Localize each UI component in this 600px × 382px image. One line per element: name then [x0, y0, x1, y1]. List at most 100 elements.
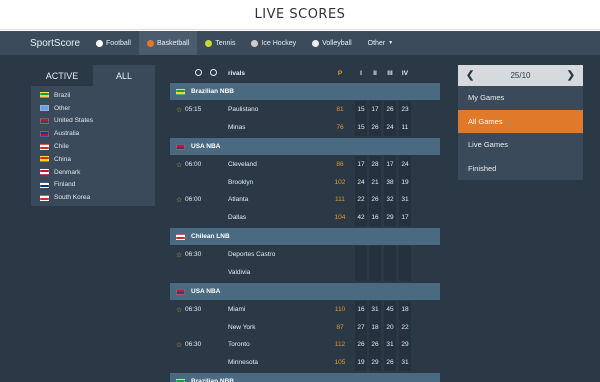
- nav-label: Volleyball: [322, 39, 352, 47]
- flag-icon: [40, 194, 49, 201]
- quarter-score: 22: [357, 196, 365, 204]
- country-item[interactable]: Chile: [31, 140, 155, 153]
- country-item[interactable]: Denmark: [31, 166, 155, 179]
- quarter-score: 19: [357, 358, 365, 366]
- country-item[interactable]: Other: [31, 102, 155, 115]
- favorite-star-icon[interactable]: ☆: [176, 246, 182, 264]
- country-name: United States: [54, 117, 94, 125]
- table-row[interactable]: ☆ 05:15 Paulistano 81 15 17 26 23: [170, 101, 440, 119]
- table-row[interactable]: Valdivia: [170, 263, 440, 282]
- nav-ice-hockey[interactable]: Ice Hockey: [243, 31, 304, 55]
- quarter-score: 18: [371, 323, 379, 331]
- quarter-score: 16: [371, 213, 379, 221]
- table-header: rivals P I II III IV: [170, 65, 440, 81]
- table-row[interactable]: ☆ 06:00 Atlanta 111 22 26 32 31: [170, 191, 440, 209]
- country-item[interactable]: Australia: [31, 127, 155, 140]
- table-row[interactable]: Minnesota 105 19 29 26 31: [170, 353, 440, 371]
- league-header[interactable]: Brazilian NBB: [170, 373, 440, 382]
- nav-tennis[interactable]: Tennis: [197, 31, 243, 55]
- tab-all[interactable]: ALL: [93, 65, 155, 86]
- quarter-score: 23: [401, 106, 409, 114]
- nav-label: Tennis: [215, 39, 236, 47]
- next-date-icon[interactable]: ❯: [567, 70, 575, 81]
- menu-item-finished[interactable]: Finished: [458, 157, 583, 181]
- quarter-score: [384, 246, 396, 264]
- table-row[interactable]: Brooklyn 102 24 21 38 19: [170, 173, 440, 191]
- game-filter-menu: My Games All Games Live Games Finished: [458, 86, 583, 180]
- quarter-score: [384, 264, 396, 282]
- prev-date-icon[interactable]: ❮: [466, 70, 474, 81]
- table-row[interactable]: New York 87 27 18 20 22: [170, 318, 440, 336]
- table-row[interactable]: Dallas 104 42 16 29 17: [170, 208, 440, 226]
- favorite-star-icon[interactable]: ☆: [176, 191, 182, 209]
- team-name: Atlanta: [228, 196, 249, 204]
- menu-item-live-games[interactable]: Live Games: [458, 133, 583, 157]
- brand-logo[interactable]: SportScore: [30, 38, 80, 49]
- team-name: New York: [228, 323, 256, 331]
- nav-volleyball[interactable]: Volleyball: [304, 31, 360, 55]
- quarter-score: 22: [401, 323, 409, 331]
- clock-icon: [195, 69, 202, 76]
- flag-icon: [40, 169, 49, 176]
- quarter-score: 31: [401, 196, 409, 204]
- nav-label: Other: [367, 39, 386, 47]
- match-time: 06:30: [185, 341, 202, 349]
- country-name: Chile: [54, 143, 69, 151]
- favorite-star-icon[interactable]: ☆: [176, 156, 182, 174]
- flag-icon: [40, 156, 49, 163]
- total-points: 102: [334, 178, 346, 186]
- table-row[interactable]: ☆ 06:30 Miami 110 16 31 45 18: [170, 301, 440, 319]
- page-title: LIVE SCORES: [254, 7, 346, 22]
- league-header[interactable]: Brazilian NBB: [170, 83, 440, 100]
- clock-icon: [210, 69, 217, 76]
- team-name: Minas: [228, 123, 246, 131]
- country-item[interactable]: United States: [31, 115, 155, 128]
- top-navbar: SportScore Football Basketball Tennis Ice H…: [0, 31, 600, 55]
- app: SportScore Football Basketball Tennis Ice H…: [0, 31, 600, 382]
- flag-icon: [40, 181, 49, 188]
- table-row[interactable]: ☆ 06:30 Deportes Castro: [170, 246, 440, 264]
- quarter-score: [355, 246, 367, 264]
- tab-active[interactable]: ACTIVE: [31, 65, 93, 86]
- league-header[interactable]: Chilean LNB: [170, 228, 440, 245]
- country-name: Australia: [54, 130, 80, 138]
- flag-icon: [176, 288, 185, 295]
- country-item[interactable]: China: [31, 153, 155, 166]
- country-item[interactable]: Finland: [31, 179, 155, 192]
- total-points: 81: [336, 106, 344, 114]
- team-name: Toronto: [228, 341, 250, 349]
- quarter-score: 31: [401, 358, 409, 366]
- country-filter-panel: ACTIVE ALL Brazil Other United States Austr…: [31, 65, 155, 206]
- country-name: Other: [54, 104, 71, 112]
- quarter-score: 29: [386, 213, 394, 221]
- q1-header: I: [360, 69, 362, 77]
- quarter-score: 27: [357, 323, 365, 331]
- nav-basketball[interactable]: Basketball: [138, 31, 198, 55]
- q3-header: III: [387, 69, 393, 77]
- match-time: 06:00: [185, 161, 202, 169]
- rivals-header: rivals: [228, 69, 245, 77]
- country-name: South Korea: [54, 194, 91, 202]
- menu-item-my-games[interactable]: My Games: [458, 86, 583, 110]
- quarter-score: 24: [386, 123, 394, 131]
- country-item[interactable]: South Korea: [31, 191, 155, 204]
- country-item[interactable]: Brazil: [31, 89, 155, 102]
- favorite-star-icon[interactable]: ☆: [176, 101, 182, 119]
- table-row[interactable]: ☆ 06:00 Cleveland 86 17 28 17 24: [170, 156, 440, 174]
- favorite-star-icon[interactable]: ☆: [176, 301, 182, 319]
- nav-other[interactable]: Other ▼: [360, 31, 401, 55]
- league-header[interactable]: USA NBA: [170, 283, 440, 300]
- league-header[interactable]: USA NBA: [170, 138, 440, 155]
- nav-football[interactable]: Football: [88, 31, 139, 55]
- flag-icon: [40, 117, 49, 124]
- tennis-icon: [205, 39, 213, 47]
- table-row[interactable]: Minas 76 15 26 24 11: [170, 118, 440, 136]
- team-name: Minnesota: [228, 358, 258, 366]
- menu-item-all-games[interactable]: All Games: [458, 109, 583, 133]
- table-row[interactable]: ☆ 06:30 Toronto 112 26 26 31 29: [170, 336, 440, 354]
- scores-table: rivals P I II III IV Brazilian NBB ☆ 05:15…: [170, 65, 440, 382]
- quarter-score: 26: [386, 358, 394, 366]
- flag-icon: [176, 378, 185, 382]
- team-name: Paulistano: [228, 106, 259, 114]
- favorite-star-icon[interactable]: ☆: [176, 336, 182, 354]
